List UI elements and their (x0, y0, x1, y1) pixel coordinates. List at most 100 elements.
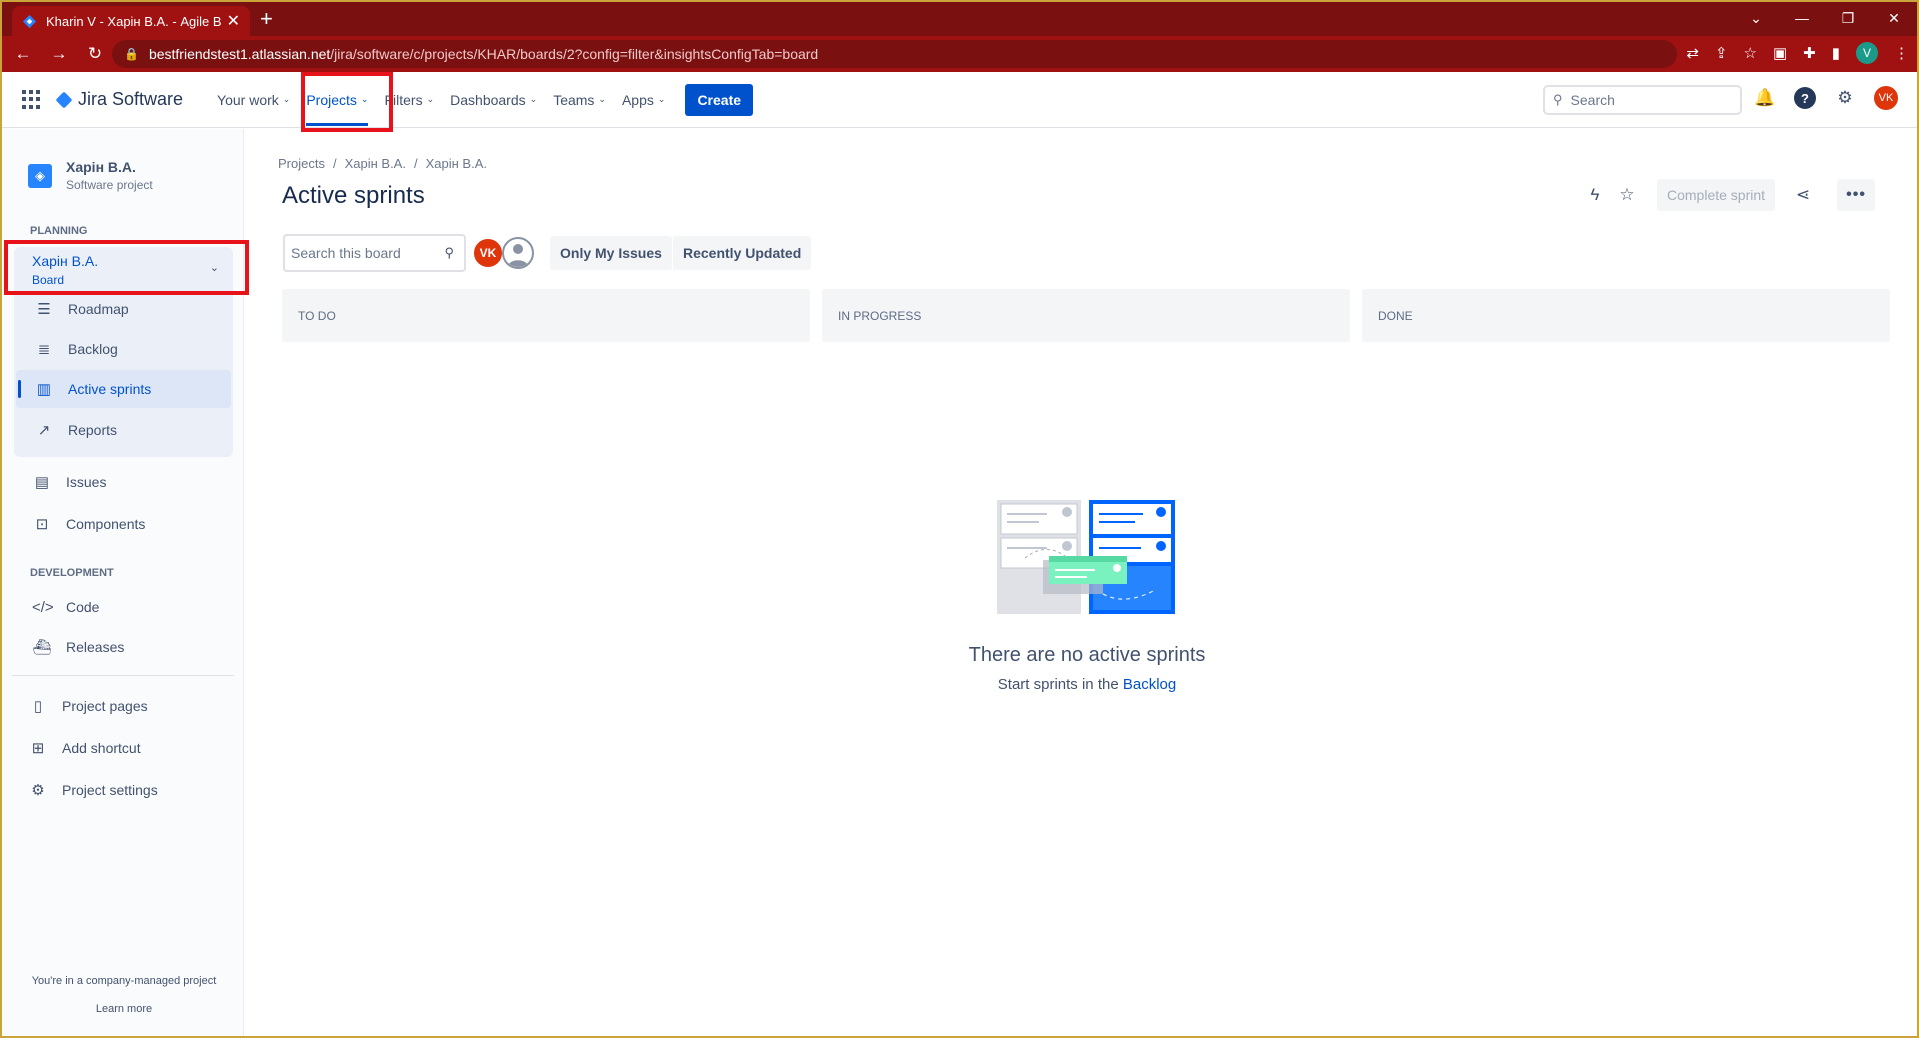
share-icon[interactable]: ⋖ (1787, 185, 1819, 205)
nav-apps[interactable]: Apps ⌄ (614, 72, 673, 128)
project-type: Software project (66, 178, 153, 192)
minimize-icon[interactable]: — (1779, 10, 1825, 26)
empty-board-illustration (997, 500, 1175, 614)
sidebar-item-project-settings[interactable]: ⚙ Project settings (16, 771, 231, 809)
highlight-projects (301, 72, 393, 132)
forward-icon[interactable]: → (44, 44, 74, 64)
sidebar-item-label: Add shortcut (62, 740, 141, 756)
address-bar[interactable]: 🔒 bestfriendstest1.atlassian.net/jira/so… (112, 40, 1677, 68)
breadcrumb-board[interactable]: Харін В.А. (426, 156, 487, 171)
tab-title: Kharin V - Харін В.А. - Agile Boar (46, 13, 221, 29)
breadcrumb-project[interactable]: Харін В.А. (345, 156, 406, 171)
avatar-filter-vk[interactable]: VK (472, 237, 504, 269)
back-icon[interactable]: ← (8, 44, 38, 64)
restore-icon[interactable]: ❐ (1825, 10, 1871, 27)
nav-label: Dashboards (450, 91, 526, 108)
sidebar-item-label: Active sprints (68, 381, 152, 397)
more-actions-icon[interactable]: ••• (1837, 179, 1876, 211)
search-input[interactable]: ⚲ Search (1543, 85, 1742, 115)
sidebar-item-label: Backlog (68, 341, 118, 357)
settings-gear-icon[interactable]: ⚙ (1834, 87, 1856, 109)
browser-toolbar: ← → ↻ 🔒 bestfriendstest1.atlassian.net/j… (2, 36, 1917, 72)
browser-menu-icon[interactable]: ⋮ (1894, 44, 1909, 62)
column-in-progress: IN PROGRESS (822, 289, 1350, 342)
empty-state-text-body: Start sprints in the (997, 676, 1119, 693)
complete-sprint-button[interactable]: Complete sprint (1657, 179, 1776, 211)
extension-icon[interactable]: ▣ (1773, 44, 1787, 62)
tab-close-icon[interactable]: ✕ (227, 11, 240, 31)
nav-your-work[interactable]: Your work ⌄ (209, 72, 298, 128)
translate-icon[interactable]: ⇄ (1686, 44, 1699, 62)
browser-tab-bar: Kharin V - Харін В.А. - Agile Boar ✕ + ⌄… (2, 2, 1917, 36)
bookmark-star-icon[interactable]: ☆ (1744, 44, 1757, 62)
sidebar-item-label: Reports (68, 422, 118, 438)
top-nav-actions: 🔔 ? ⚙ VK (1754, 86, 1898, 110)
pages-icon: ▯ (33, 698, 43, 715)
unassigned-avatar-icon[interactable] (502, 237, 534, 269)
roadmap-icon: ☰ (37, 301, 51, 318)
sidebar-item-roadmap[interactable]: ☰ Roadmap (16, 290, 231, 328)
search-icon: ⚲ (444, 245, 454, 260)
sidebar-item-code[interactable]: </> Code (16, 588, 231, 626)
board-search-placeholder: Search this board (291, 245, 401, 261)
jira-logo[interactable]: Jira Software (55, 89, 184, 110)
lock-icon[interactable]: 🔒 (124, 47, 139, 61)
learn-more-link[interactable]: Learn more (4, 1003, 244, 1015)
empty-state-text: Start sprints in the Backlog (882, 676, 1292, 693)
star-icon[interactable]: ☆ (1611, 185, 1643, 205)
backlog-link[interactable]: Backlog (1123, 676, 1176, 693)
sidebar-item-label: Project pages (62, 698, 148, 714)
sidebar-item-add-shortcut[interactable]: ⊞ Add shortcut (16, 729, 231, 767)
filter-recently-updated[interactable]: Recently Updated (673, 236, 812, 270)
help-icon[interactable]: ? (1794, 87, 1816, 109)
sidebar-item-project-pages[interactable]: ▯ Project pages (16, 687, 231, 725)
releases-icon: ⛴ (32, 639, 52, 656)
puzzle-icon[interactable]: ✚ (1803, 44, 1816, 62)
browser-extensions: ⇄ ⇪ ☆ ▣ ✚ ▮ V ⋮ (1686, 42, 1909, 64)
sidebar-item-issues[interactable]: ▤ Issues (16, 463, 231, 501)
gear-icon: ⚙ (31, 782, 45, 799)
sidebar-item-label: Issues (66, 474, 107, 490)
user-avatar[interactable]: VK (1874, 86, 1898, 110)
share-page-icon[interactable]: ⇪ (1715, 44, 1728, 62)
reload-icon[interactable]: ↻ (80, 44, 110, 64)
filter-only-my-issues[interactable]: Only My Issues (550, 236, 672, 270)
jira-logo-icon (55, 91, 73, 108)
create-button[interactable]: Create (685, 83, 754, 116)
new-tab-icon[interactable]: + (260, 7, 273, 31)
code-icon: </> (32, 598, 54, 616)
sidebar-item-backlog[interactable]: ≣ Backlog (16, 330, 231, 368)
app-switcher-icon[interactable] (22, 89, 42, 110)
url-path: /jira/software/c/projects/KHAR/boards/2?… (330, 46, 819, 62)
highlight-board-selector (4, 240, 249, 295)
breadcrumb-projects[interactable]: Projects (278, 156, 325, 171)
tab-search-icon[interactable]: ⌄ (1733, 10, 1779, 27)
sidebar-divider (12, 675, 234, 676)
managed-project-note: You're in a company-managed project (31, 975, 217, 987)
components-icon: ⊡ (35, 516, 49, 533)
notifications-icon[interactable]: 🔔 (1754, 87, 1776, 109)
project-header[interactable]: ◈ Харін В.А. Software project (28, 159, 153, 192)
board-search-input[interactable]: Search this board ⚲ (283, 234, 466, 272)
planning-heading: PLANNING (30, 225, 88, 237)
project-name: Харін В.А. (66, 159, 136, 175)
nav-teams[interactable]: Teams ⌄ (545, 72, 614, 128)
close-window-icon[interactable]: ✕ (1871, 10, 1917, 27)
add-shortcut-icon: ⊞ (31, 740, 45, 757)
logo-text: Jira Software (78, 89, 184, 109)
side-panel-icon[interactable]: ▮ (1832, 44, 1840, 62)
breadcrumb-separator: / (332, 156, 337, 171)
chevron-down-icon: ⌄ (529, 94, 538, 104)
jira-favicon-icon (22, 14, 37, 28)
page-title: Active sprints (282, 182, 425, 209)
profile-avatar[interactable]: V (1856, 42, 1878, 64)
browser-tab[interactable]: Kharin V - Харін В.А. - Agile Boar ✕ (12, 6, 250, 36)
sidebar-item-active-sprints[interactable]: ▥ Active sprints (16, 370, 231, 408)
sidebar-item-reports[interactable]: ↗ Reports (16, 411, 231, 449)
window-controls: ⌄ — ❐ ✕ (1733, 2, 1917, 34)
sidebar-item-components[interactable]: ⊡ Components (16, 505, 231, 543)
sidebar-item-releases[interactable]: ⛴ Releases (16, 628, 231, 666)
project-avatar-icon: ◈ (28, 163, 52, 188)
automation-icon[interactable]: ϟ (1579, 185, 1611, 205)
nav-dashboards[interactable]: Dashboards ⌄ (442, 72, 545, 128)
